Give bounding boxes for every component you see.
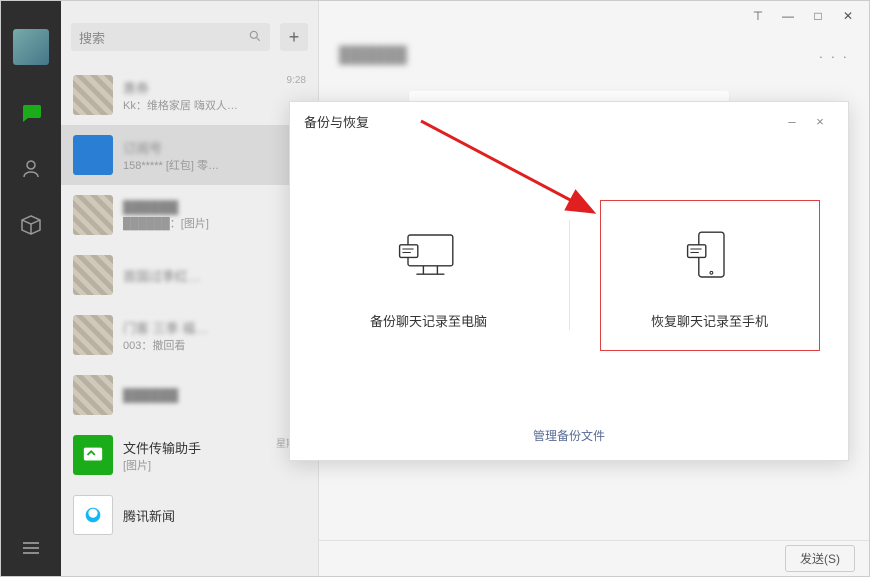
close-button[interactable]: ✕ <box>833 2 863 30</box>
chat-title: 惠券 <box>123 78 277 97</box>
restore-to-phone-label: 恢复聊天记录至手机 <box>651 311 768 330</box>
chat-item[interactable]: 腾讯新闻 <box>61 485 318 545</box>
maximize-button[interactable]: □ <box>803 2 833 30</box>
chat-subtitle: ██████：[图片] <box>123 215 306 231</box>
backup-restore-modal: 备份与恢复 – × 备份聊天记录至电脑 <box>289 101 849 461</box>
chat-subtitle: Kk：维格家居 嗨双人… <box>123 97 277 113</box>
modal-divider <box>569 220 570 330</box>
modal-min-button[interactable]: – <box>778 114 806 129</box>
chat-item[interactable]: ██████ <box>61 365 318 425</box>
chat-avatar <box>73 255 113 295</box>
chat-subtitle: [图片] <box>123 457 266 473</box>
chat-avatar <box>73 495 113 535</box>
chat-list: 惠券Kk：维格家居 嗨双人…9:28订阅号158***** [红包] 零…███… <box>61 65 318 576</box>
chat-item[interactable]: ████████████：[图片] <box>61 185 318 245</box>
footer: 发送(S) <box>319 540 869 576</box>
chat-avatar <box>73 75 113 115</box>
chat-item[interactable]: 文件传输助手[图片]星期… <box>61 425 318 485</box>
chat-title: 订阅号 <box>123 138 306 157</box>
pin-button[interactable]: ⊤ <box>743 2 773 30</box>
favorites-icon[interactable] <box>17 211 45 239</box>
backup-to-pc-label: 备份聊天记录至电脑 <box>370 311 487 330</box>
search-icon <box>248 29 262 46</box>
chat-title: ██████ <box>123 200 306 215</box>
sidebar-nav <box>1 1 61 576</box>
chat-title: 文件传输助手 <box>123 438 266 457</box>
user-avatar[interactable] <box>13 29 49 65</box>
chat-header: ██████ · · · <box>319 31 869 81</box>
chat-avatar <box>73 195 113 235</box>
chat-subtitle: 158***** [红包] 零… <box>123 157 306 173</box>
modal-header: 备份与恢复 – × <box>290 102 848 140</box>
chat-item[interactable]: 首国过季红… <box>61 245 318 305</box>
add-button[interactable]: + <box>280 23 308 51</box>
computer-icon <box>394 221 464 291</box>
chat-title: 首国过季红… <box>123 266 306 285</box>
chat-avatar <box>73 435 113 475</box>
phone-icon <box>675 221 745 291</box>
chat-item[interactable]: 惠券Kk：维格家居 嗨双人… 9:28 <box>61 65 318 125</box>
chat-title: 门客 三季 福… <box>123 318 306 337</box>
send-button[interactable]: 发送(S) <box>785 545 855 572</box>
search-placeholder: 搜索 <box>79 28 105 47</box>
chat-title: ██████ <box>123 388 306 403</box>
chat-avatar <box>73 375 113 415</box>
minimize-button[interactable]: — <box>773 2 803 30</box>
chat-item[interactable]: 门客 三季 福…003：撤回看 <box>61 305 318 365</box>
chat-avatar <box>73 315 113 355</box>
contacts-icon[interactable] <box>17 155 45 183</box>
modal-close-button[interactable]: × <box>806 114 834 129</box>
chat-title: 腾讯新闻 <box>123 506 306 525</box>
window-titlebar: ⊤ — □ ✕ <box>319 1 869 31</box>
restore-to-phone-option[interactable]: 恢复聊天记录至手机 <box>600 200 820 351</box>
modal-title: 备份与恢复 <box>304 112 369 131</box>
chat-name: ██████ <box>339 47 407 65</box>
chat-list-panel: 搜索 + 惠券Kk：维格家居 嗨双人… 9:28 订阅号158***** [红包] … <box>61 1 319 576</box>
more-button[interactable]: · · · <box>819 49 849 64</box>
manage-backup-link[interactable]: 管理备份文件 <box>533 427 605 444</box>
chat-subtitle: 003：撤回看 <box>123 337 306 353</box>
chat-time: 9:28 <box>287 75 306 86</box>
search-input[interactable]: 搜索 <box>71 23 270 51</box>
chat-avatar <box>73 135 113 175</box>
chat-item[interactable]: 订阅号158***** [红包] 零… <box>61 125 318 185</box>
menu-icon[interactable] <box>17 534 45 562</box>
chat-icon[interactable] <box>17 99 45 127</box>
backup-to-pc-option[interactable]: 备份聊天记录至电脑 <box>319 201 539 350</box>
